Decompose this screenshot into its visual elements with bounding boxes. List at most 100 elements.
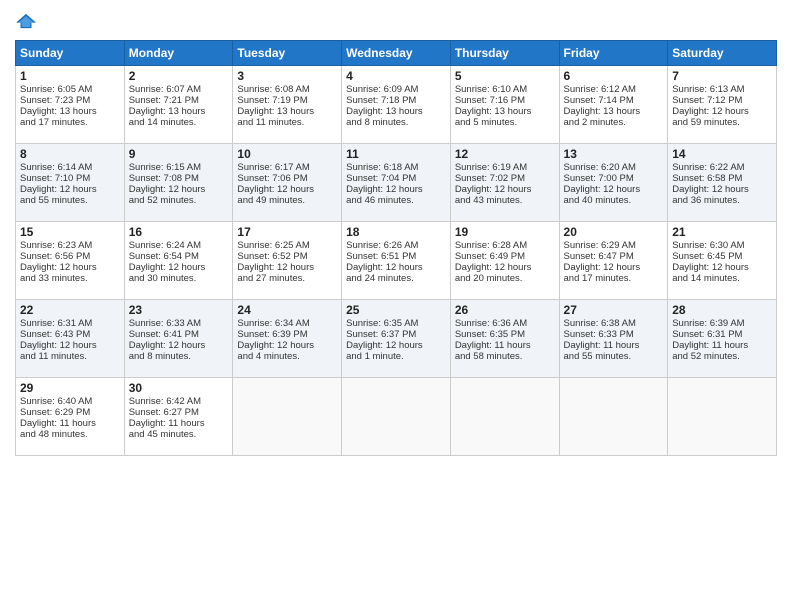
day-info: and 48 minutes. [20,429,120,440]
day-info: Sunrise: 6:36 AM [455,318,555,329]
calendar-cell: 12Sunrise: 6:19 AMSunset: 7:02 PMDayligh… [450,144,559,222]
day-info: Daylight: 13 hours [564,106,664,117]
day-info: Daylight: 12 hours [20,340,120,351]
day-number: 10 [237,147,337,161]
calendar-cell [342,378,451,456]
day-info: Sunrise: 6:17 AM [237,162,337,173]
day-info: Daylight: 12 hours [237,262,337,273]
day-info: Daylight: 12 hours [129,340,229,351]
day-number: 22 [20,303,120,317]
day-info: Daylight: 12 hours [672,184,772,195]
day-info: and 55 minutes. [564,351,664,362]
day-info: Sunrise: 6:07 AM [129,84,229,95]
day-info: Sunset: 7:06 PM [237,173,337,184]
day-number: 19 [455,225,555,239]
day-info: Sunset: 7:04 PM [346,173,446,184]
day-info: Sunrise: 6:34 AM [237,318,337,329]
day-info: Daylight: 12 hours [20,184,120,195]
calendar-cell: 27Sunrise: 6:38 AMSunset: 6:33 PMDayligh… [559,300,668,378]
day-info: and 17 minutes. [20,117,120,128]
day-number: 27 [564,303,664,317]
day-info: Daylight: 12 hours [564,262,664,273]
day-info: and 11 minutes. [20,351,120,362]
day-info: and 5 minutes. [455,117,555,128]
day-info: and 14 minutes. [672,273,772,284]
day-info: Sunset: 6:54 PM [129,251,229,262]
day-info: Daylight: 12 hours [129,262,229,273]
day-info: and 36 minutes. [672,195,772,206]
calendar-cell: 26Sunrise: 6:36 AMSunset: 6:35 PMDayligh… [450,300,559,378]
day-info: Daylight: 11 hours [455,340,555,351]
day-info: and 24 minutes. [346,273,446,284]
day-info: and 46 minutes. [346,195,446,206]
day-info: Sunset: 7:12 PM [672,95,772,106]
day-info: Sunrise: 6:13 AM [672,84,772,95]
day-info: Sunset: 6:31 PM [672,329,772,340]
day-info: and 30 minutes. [129,273,229,284]
day-info: and 8 minutes. [129,351,229,362]
day-info: Sunset: 6:29 PM [20,407,120,418]
day-info: Sunrise: 6:30 AM [672,240,772,251]
day-number: 5 [455,69,555,83]
day-number: 18 [346,225,446,239]
calendar-cell [450,378,559,456]
day-header-friday: Friday [559,41,668,66]
day-info: Sunset: 6:56 PM [20,251,120,262]
calendar-cell: 2Sunrise: 6:07 AMSunset: 7:21 PMDaylight… [124,66,233,144]
day-header-saturday: Saturday [668,41,777,66]
day-info: Sunrise: 6:09 AM [346,84,446,95]
calendar-cell: 6Sunrise: 6:12 AMSunset: 7:14 PMDaylight… [559,66,668,144]
day-info: Daylight: 12 hours [455,184,555,195]
day-info: and 52 minutes. [129,195,229,206]
day-info: Daylight: 12 hours [237,340,337,351]
day-number: 14 [672,147,772,161]
day-info: Sunrise: 6:22 AM [672,162,772,173]
day-info: and 1 minute. [346,351,446,362]
day-info: Daylight: 12 hours [346,340,446,351]
day-info: Daylight: 13 hours [346,106,446,117]
day-info: Sunrise: 6:35 AM [346,318,446,329]
calendar-cell [668,378,777,456]
calendar-table: SundayMondayTuesdayWednesdayThursdayFrid… [15,40,777,456]
day-info: Daylight: 12 hours [672,106,772,117]
day-info: and 40 minutes. [564,195,664,206]
day-number: 24 [237,303,337,317]
calendar-cell: 1Sunrise: 6:05 AMSunset: 7:23 PMDaylight… [16,66,125,144]
day-info: and 33 minutes. [20,273,120,284]
day-header-monday: Monday [124,41,233,66]
day-info: and 27 minutes. [237,273,337,284]
day-info: Daylight: 12 hours [672,262,772,273]
day-number: 8 [20,147,120,161]
day-header-wednesday: Wednesday [342,41,451,66]
day-info: Sunset: 6:43 PM [20,329,120,340]
day-info: Sunrise: 6:28 AM [455,240,555,251]
day-info: and 43 minutes. [455,195,555,206]
day-info: and 11 minutes. [237,117,337,128]
day-info: Sunrise: 6:29 AM [564,240,664,251]
day-number: 2 [129,69,229,83]
calendar-week-3: 15Sunrise: 6:23 AMSunset: 6:56 PMDayligh… [16,222,777,300]
calendar-cell: 28Sunrise: 6:39 AMSunset: 6:31 PMDayligh… [668,300,777,378]
day-info: and 4 minutes. [237,351,337,362]
day-info: and 52 minutes. [672,351,772,362]
day-info: Sunrise: 6:19 AM [455,162,555,173]
calendar-cell: 8Sunrise: 6:14 AMSunset: 7:10 PMDaylight… [16,144,125,222]
day-number: 26 [455,303,555,317]
calendar-cell: 13Sunrise: 6:20 AMSunset: 7:00 PMDayligh… [559,144,668,222]
day-info: Sunset: 6:52 PM [237,251,337,262]
calendar-cell [559,378,668,456]
day-number: 30 [129,381,229,395]
day-info: Daylight: 13 hours [237,106,337,117]
day-info: Sunrise: 6:26 AM [346,240,446,251]
day-info: Daylight: 11 hours [20,418,120,429]
day-info: Sunset: 6:27 PM [129,407,229,418]
calendar-cell: 24Sunrise: 6:34 AMSunset: 6:39 PMDayligh… [233,300,342,378]
calendar-week-4: 22Sunrise: 6:31 AMSunset: 6:43 PMDayligh… [16,300,777,378]
day-info: Daylight: 12 hours [564,184,664,195]
day-info: Sunset: 7:02 PM [455,173,555,184]
logo [15,10,37,32]
day-info: Daylight: 12 hours [346,262,446,273]
calendar-cell: 30Sunrise: 6:42 AMSunset: 6:27 PMDayligh… [124,378,233,456]
day-number: 28 [672,303,772,317]
day-info: Sunrise: 6:25 AM [237,240,337,251]
